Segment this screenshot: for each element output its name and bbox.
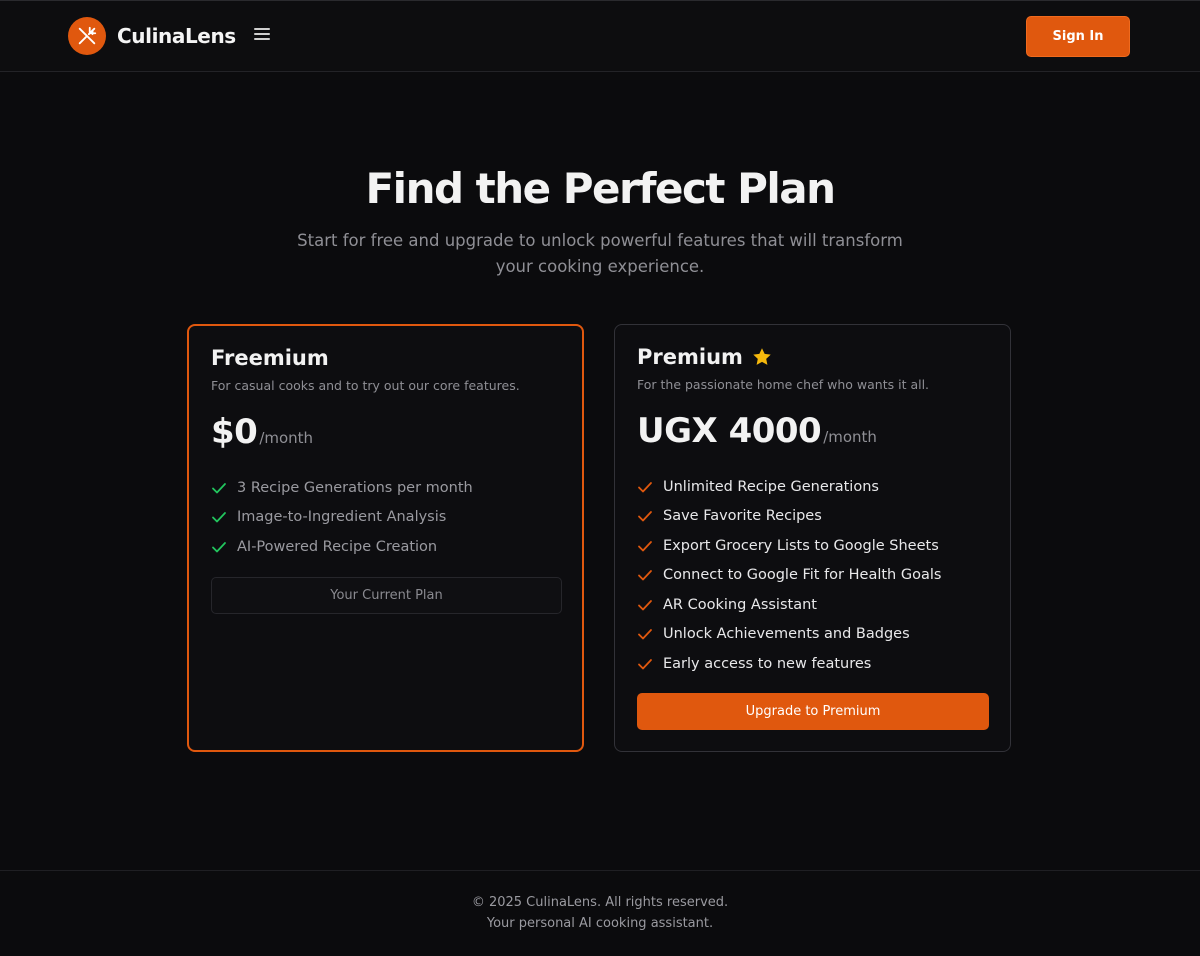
feature-item: Connect to Google Fit for Health Goals	[637, 561, 941, 591]
feature-item: AI-Powered Recipe Creation	[211, 532, 473, 562]
app-name: CulinaLens	[117, 24, 236, 48]
star-icon	[753, 348, 771, 365]
plan-name-text: Freemium	[211, 346, 329, 370]
feature-text: Unlock Achievements and Badges	[663, 626, 910, 643]
check-icon	[638, 481, 652, 493]
check-icon	[212, 512, 226, 523]
feature-item: AR Cooking Assistant	[637, 590, 941, 620]
plan-price: $0 /month	[211, 412, 313, 452]
brand-logo[interactable]: CulinaLens	[68, 17, 236, 55]
feature-text: Image-to-Ingredient Analysis	[237, 509, 447, 526]
current-plan-button: Your Current Plan	[211, 577, 562, 614]
feature-text: AR Cooking Assistant	[663, 596, 817, 613]
feature-item: Unlock Achievements and Badges	[637, 620, 941, 650]
plan-description: For the passionate home chef who wants i…	[637, 377, 930, 392]
feature-text: Unlimited Recipe Generations	[663, 478, 879, 495]
feature-item: Export Grocery Lists to Google Sheets	[637, 531, 941, 561]
check-icon	[212, 482, 226, 494]
check-icon	[212, 541, 226, 553]
price-period: /month	[259, 429, 314, 447]
check-icon	[638, 629, 652, 640]
upgrade-to-premium-button[interactable]: Upgrade to Premium	[637, 693, 989, 730]
feature-item: Save Favorite Recipes	[637, 502, 941, 532]
footer: © 2025 CulinaLens. All rights reserved. …	[0, 870, 1200, 956]
plan-name: Freemium	[211, 346, 329, 370]
price-period: /month	[823, 428, 877, 446]
feature-text: Save Favorite Recipes	[663, 508, 822, 525]
feature-text: AI-Powered Recipe Creation	[237, 538, 438, 555]
plan-card-premium: Premium For the passionate home chef who…	[614, 324, 1011, 752]
check-icon	[638, 599, 652, 611]
sign-in-button[interactable]: Sign In	[1026, 16, 1130, 57]
feature-text: 3 Recipe Generations per month	[237, 479, 473, 496]
feature-text: Export Grocery Lists to Google Sheets	[663, 537, 939, 554]
feature-item: Unlimited Recipe Generations	[637, 472, 941, 502]
plan-name: Premium	[637, 345, 773, 369]
feature-item: Early access to new features	[637, 649, 941, 679]
price-amount: $0	[211, 412, 258, 452]
page-title: Find the Perfect Plan	[365, 164, 836, 213]
page-subtitle: Start for free and upgrade to unlock pow…	[297, 231, 903, 276]
plan-name-text: Premium	[637, 345, 743, 369]
plan-card-freemium: Freemium For casual cooks and to try out…	[187, 324, 584, 752]
feature-list: Unlimited Recipe Generations Save Favori…	[637, 472, 941, 679]
check-icon	[638, 540, 652, 552]
footer-copyright: © 2025 CulinaLens. All rights reserved.	[471, 895, 729, 910]
check-icon	[638, 511, 652, 522]
hamburger-menu-icon[interactable]	[254, 28, 270, 44]
top-navbar: CulinaLens Sign In	[0, 0, 1200, 72]
plan-price: UGX 4000 /month	[637, 411, 877, 451]
feature-list: 3 Recipe Generations per month Image-to-…	[211, 473, 473, 562]
check-icon	[638, 658, 652, 670]
check-icon	[638, 570, 652, 581]
price-amount: UGX 4000	[637, 411, 822, 451]
plan-description: For casual cooks and to try out our core…	[211, 378, 520, 393]
utensils-icon	[68, 17, 106, 55]
feature-text: Connect to Google Fit for Health Goals	[663, 567, 942, 584]
feature-text: Early access to new features	[663, 655, 872, 672]
footer-tagline: Your personal AI cooking assistant.	[486, 916, 714, 931]
feature-item: 3 Recipe Generations per month	[211, 473, 473, 503]
feature-item: Image-to-Ingredient Analysis	[211, 503, 473, 533]
